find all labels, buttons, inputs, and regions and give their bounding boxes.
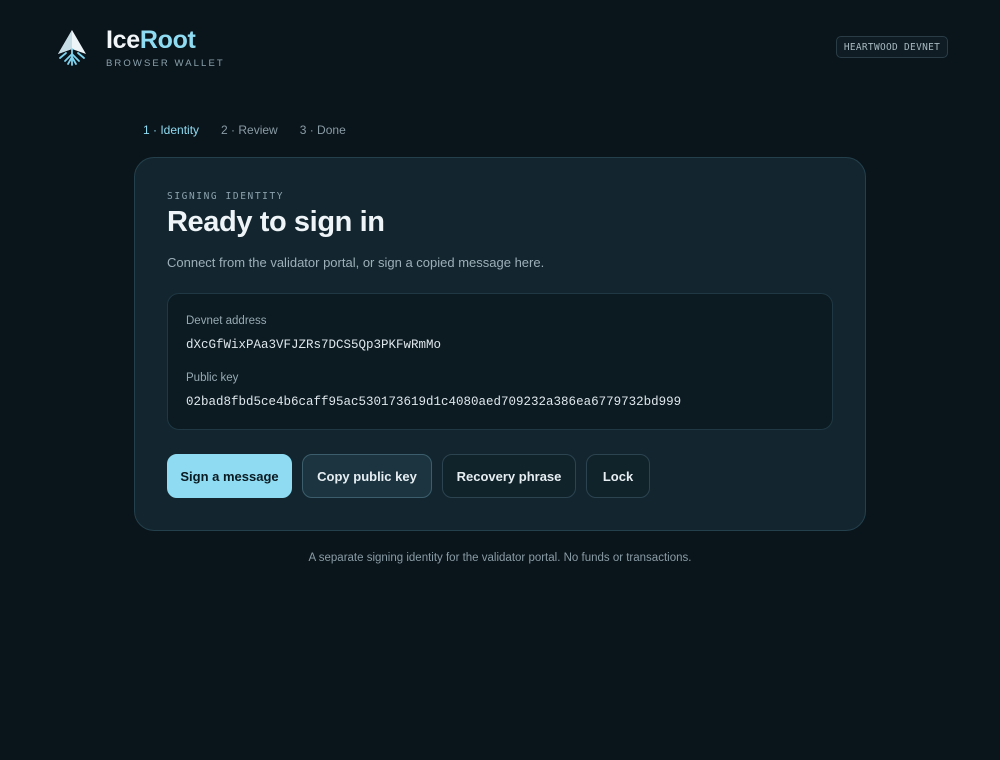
lock-button[interactable]: Lock bbox=[586, 454, 650, 498]
public-key-value[interactable]: 02bad8fbd5ce4b6caff95ac530173619d1c4080a… bbox=[186, 395, 681, 410]
address-label: Devnet address bbox=[186, 315, 267, 327]
step-identity: 1 · Identity bbox=[143, 123, 200, 137]
step-review: 2 · Review bbox=[221, 123, 278, 137]
footer-note: A separate signing identity for the vali… bbox=[308, 552, 692, 564]
brand-name-root: Root bbox=[139, 26, 196, 54]
network-badge: HEARTWOOD DEVNET bbox=[836, 36, 948, 58]
recovery-phrase-button[interactable]: Recovery phrase bbox=[442, 454, 576, 498]
app-header: IceRoot BROWSER WALLET HEARTWOOD DEVNET bbox=[0, 0, 1000, 96]
card-eyebrow: SIGNING IDENTITY bbox=[167, 191, 285, 202]
signing-identity-card: SIGNING IDENTITY Ready to sign in Connec… bbox=[134, 157, 866, 531]
step-done: 3 · Done bbox=[299, 123, 346, 137]
brand-subtitle: BROWSER WALLET bbox=[106, 58, 225, 69]
brand-name-ice: Ice bbox=[106, 26, 140, 54]
identity-details: Devnet address dXcGfWixPAa3VFJZRs7DCS5Qp… bbox=[167, 293, 833, 430]
address-value[interactable]: dXcGfWixPAa3VFJZRs7DCS5Qp3PKFwRmMo bbox=[186, 338, 441, 353]
step-indicator: 1 · Identity 2 · Review 3 · Done bbox=[143, 122, 346, 138]
page-title: Ready to sign in bbox=[167, 206, 385, 238]
brand-name: IceRoot bbox=[106, 25, 196, 55]
action-bar: Sign a message Copy public key Recovery … bbox=[167, 454, 650, 498]
card-description: Connect from the validator portal, or si… bbox=[167, 255, 545, 270]
copy-public-key-button[interactable]: Copy public key bbox=[302, 454, 432, 498]
public-key-label: Public key bbox=[186, 372, 239, 384]
snowflake-tree-logo-icon bbox=[58, 30, 86, 66]
sign-message-button[interactable]: Sign a message bbox=[167, 454, 292, 498]
